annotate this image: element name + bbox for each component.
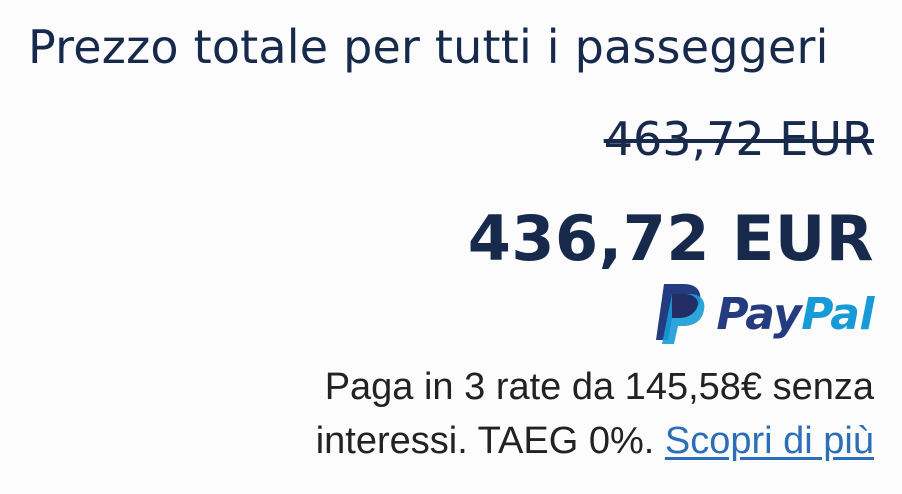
total-price: 436,72 EUR — [467, 202, 874, 275]
learn-more-link[interactable]: Scopri di più — [665, 420, 874, 462]
paypal-logo: PayPal — [654, 282, 874, 346]
original-price-strikethrough: 463,72 EUR — [603, 112, 874, 166]
paypal-p-icon — [654, 282, 706, 346]
paypal-wordmark-pay: Pay — [716, 288, 802, 340]
paypal-wordmark-pal: Pal — [801, 288, 874, 340]
paypal-wordmark: PayPal — [716, 289, 874, 340]
installments-line-2: interessi. TAEG 0%. — [315, 420, 655, 462]
price-summary-title: Prezzo totale per tutti i passeggeri — [28, 20, 829, 74]
paypal-installments-text: Paga in 3 rate da 145,58€ senza interess… — [114, 360, 874, 468]
installments-line-1: Paga in 3 rate da 145,58€ senza — [324, 366, 874, 408]
